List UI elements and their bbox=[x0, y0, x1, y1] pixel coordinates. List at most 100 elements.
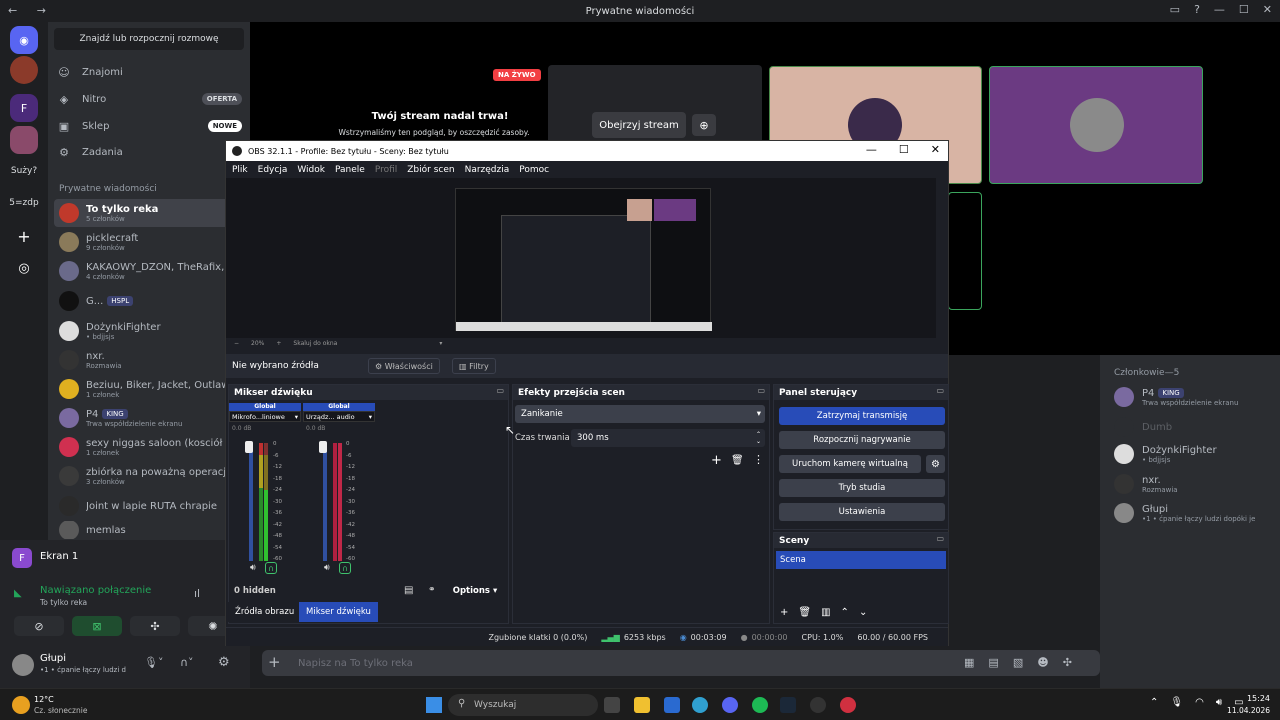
screen-share-icon[interactable]: ⊠ bbox=[72, 616, 122, 636]
menu-item[interactable]: Edycja bbox=[258, 165, 288, 175]
close-icon[interactable]: ✕ bbox=[931, 143, 940, 156]
dm-item[interactable]: picklecraft 9 członków bbox=[54, 228, 244, 256]
participant-tile[interactable] bbox=[948, 192, 982, 310]
microphone-icon[interactable]: 🎙︎ bbox=[1170, 697, 1183, 708]
member-item[interactable]: Dumb bbox=[1114, 417, 1274, 437]
undock-icon[interactable]: ▭ bbox=[936, 386, 944, 395]
voice-channel-name[interactable]: Ekran 1 bbox=[40, 551, 78, 562]
filter-icon[interactable]: ▥ bbox=[821, 607, 830, 618]
microphone-icon[interactable]: 🎙︎˅ bbox=[144, 656, 163, 669]
dm-item[interactable]: KAKAOWY_DŻON, TheRafix, G4 członków bbox=[54, 257, 244, 285]
dm-item[interactable]: memlas bbox=[54, 521, 244, 539]
trash-icon[interactable]: 🗑︎ bbox=[798, 607, 811, 618]
popout-icon[interactable]: ⊕ bbox=[692, 114, 716, 136]
weather-icon[interactable] bbox=[12, 696, 30, 714]
undock-icon[interactable]: ▭ bbox=[496, 386, 504, 395]
member-item[interactable]: P4 KING Trwa współdzielenie ekranu bbox=[1114, 387, 1274, 407]
weather-desc[interactable]: Cz. słonecznie bbox=[34, 706, 87, 715]
nav-quests[interactable]: ⚙ Zadania bbox=[56, 140, 242, 164]
properties-button[interactable]: ⚙ Właściwości bbox=[368, 358, 440, 374]
stop-stream-button[interactable]: Zatrzymaj transmisję bbox=[779, 407, 945, 425]
dm-item[interactable]: nxr. Rozmawia bbox=[54, 346, 244, 374]
device-select[interactable]: Mikrofo...liniowe ▾ bbox=[229, 411, 301, 422]
server-folder-label[interactable]: Suży? bbox=[6, 166, 42, 176]
filters-button[interactable]: ▥ Filtry bbox=[452, 358, 496, 374]
volume-slider[interactable] bbox=[249, 443, 253, 561]
tab-sources[interactable]: Źródła obrazu bbox=[228, 602, 302, 622]
store-icon[interactable] bbox=[664, 697, 680, 713]
discord-home-icon[interactable]: ◉ bbox=[10, 26, 38, 54]
voice-server[interactable]: To tylko reka bbox=[40, 598, 87, 607]
chevron-down-icon[interactable]: ⌄ bbox=[859, 607, 867, 618]
voice-status[interactable]: Nawiązano połączenie bbox=[40, 585, 151, 596]
nav-nitro[interactable]: ◈ Nitro OFERTA bbox=[56, 87, 242, 111]
zoom-in-icon[interactable]: + bbox=[276, 340, 281, 347]
clock-date[interactable]: 11.04.2026 bbox=[1222, 706, 1270, 715]
nav-shop[interactable]: ▣ Sklep NOWE bbox=[56, 114, 242, 138]
duration-input[interactable]: 300 ms ⌃ ⌄ bbox=[571, 429, 765, 447]
task-view-icon[interactable] bbox=[604, 697, 620, 713]
device-select[interactable]: Urządz... audio ▾ bbox=[303, 411, 375, 422]
chevron-up-icon[interactable]: ⌃ bbox=[841, 607, 849, 618]
volume-handle[interactable] bbox=[245, 441, 253, 453]
windows-start-icon[interactable] bbox=[426, 697, 442, 713]
menu-item[interactable]: Panele bbox=[335, 165, 365, 175]
volume-slider[interactable] bbox=[323, 443, 327, 561]
opera-icon[interactable] bbox=[840, 697, 856, 713]
avatar[interactable] bbox=[12, 654, 34, 676]
server-icon[interactable] bbox=[10, 126, 38, 154]
add-icon[interactable]: + bbox=[780, 607, 788, 618]
activities-icon[interactable]: ✣ bbox=[130, 616, 180, 636]
server-icon[interactable]: F bbox=[10, 94, 38, 122]
speaker-icon[interactable]: 🔊︎ bbox=[324, 563, 330, 573]
zoom-out-icon[interactable]: − bbox=[234, 340, 239, 347]
member-item[interactable]: DożynkiFighter • bdjjsjs bbox=[1114, 444, 1274, 464]
link-icon[interactable]: ⚭ bbox=[428, 585, 436, 595]
studio-mode-button[interactable]: Tryb studia bbox=[779, 479, 945, 497]
nav-friends[interactable]: ☺ Znajomi bbox=[56, 60, 242, 84]
discover-icon[interactable]: ◎ bbox=[10, 254, 38, 282]
minimize-icon[interactable]: — bbox=[866, 143, 877, 156]
sound-icon[interactable]: ıl bbox=[194, 587, 200, 600]
emoji-icon[interactable]: ☻ bbox=[1037, 656, 1048, 669]
menu-item[interactable]: Widok bbox=[297, 165, 325, 175]
gif-icon[interactable]: ▤ bbox=[988, 656, 998, 669]
weather-temp[interactable]: 12°C bbox=[34, 695, 54, 704]
member-item[interactable]: Głupi •1 • ćpanie łączy ludzi dopóki je bbox=[1114, 503, 1274, 523]
menu-item[interactable]: Zbiór scen bbox=[407, 165, 454, 175]
virtual-camera-button[interactable]: Uruchom kamerę wirtualną bbox=[779, 455, 921, 473]
member-item[interactable]: nxr. Rozmawia bbox=[1114, 474, 1274, 494]
menu-item[interactable]: Narzędzia bbox=[465, 165, 510, 175]
more-icon[interactable]: ⋮ bbox=[753, 453, 764, 466]
back-forward-icon[interactable]: ← → bbox=[8, 4, 54, 17]
dm-item[interactable]: sexy niggas saloon (kosciół skl 1 członek bbox=[54, 433, 244, 461]
camera-off-icon[interactable]: ⊘ bbox=[14, 616, 64, 636]
edge-icon[interactable] bbox=[692, 697, 708, 713]
dm-item[interactable]: P4 KING Trwa współdzielenie ekranu bbox=[54, 404, 244, 432]
chevron-down-icon[interactable]: ▾ bbox=[439, 340, 442, 347]
undock-icon[interactable]: ▭ bbox=[757, 386, 765, 395]
steam-icon[interactable] bbox=[780, 697, 796, 713]
find-conversation-input[interactable]: Znajdź lub rozpocznij rozmowę bbox=[54, 28, 244, 50]
add-attachment-icon[interactable]: + bbox=[268, 653, 281, 671]
wifi-icon[interactable]: ◠ bbox=[1195, 697, 1204, 708]
maximize-icon[interactable]: ☐ bbox=[1239, 3, 1249, 16]
file-explorer-icon[interactable] bbox=[634, 697, 650, 713]
transition-select[interactable]: Zanikanie ▾ bbox=[515, 405, 765, 423]
clock-time[interactable]: 15:24 bbox=[1238, 694, 1270, 703]
add-server-icon[interactable]: + bbox=[10, 222, 38, 250]
volume-handle[interactable] bbox=[319, 441, 327, 453]
spin-icon[interactable]: ⌃ ⌄ bbox=[756, 431, 761, 445]
obs-preview[interactable] bbox=[226, 178, 936, 338]
headphones-icon[interactable]: ∩˅ bbox=[180, 656, 194, 669]
list-icon[interactable]: ▤ bbox=[404, 585, 413, 596]
watch-stream-button[interactable]: Obejrzyj stream bbox=[592, 112, 686, 138]
gift-icon[interactable]: ▦ bbox=[964, 656, 974, 669]
monitor-icon[interactable]: ∩ bbox=[265, 562, 277, 574]
add-icon[interactable]: + bbox=[711, 453, 722, 468]
menu-item[interactable]: Plik bbox=[232, 165, 248, 175]
minimize-icon[interactable]: — bbox=[1214, 3, 1225, 16]
sticker-icon[interactable]: ▧ bbox=[1013, 656, 1023, 669]
dm-item[interactable]: zbiórka na poważną operacje r3 członków bbox=[54, 462, 244, 490]
server-folder-label[interactable]: 5=zdp bbox=[6, 198, 42, 208]
